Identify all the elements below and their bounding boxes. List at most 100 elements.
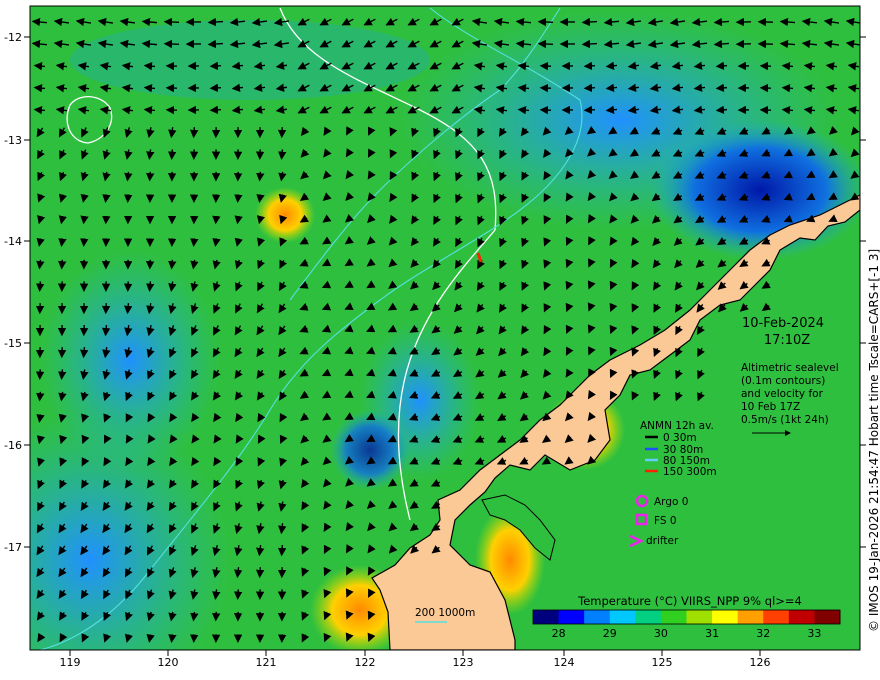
velocity-arrow bbox=[715, 61, 728, 71]
altimetry-line: (0.1m contours) bbox=[741, 375, 825, 387]
velocity-arrow bbox=[233, 589, 243, 601]
velocity-arrow bbox=[36, 391, 45, 402]
velocity-arrow bbox=[58, 259, 67, 270]
velocity-arrow bbox=[583, 61, 596, 71]
velocity-arrow bbox=[124, 303, 133, 315]
velocity-arrow bbox=[517, 84, 530, 93]
velocity-arrow bbox=[80, 347, 89, 359]
credit-text: © IMOS 19-Jan-2026 21:54:47 Hobart time … bbox=[867, 249, 880, 632]
colorbar-segment bbox=[660, 610, 687, 624]
velocity-arrow bbox=[517, 62, 530, 71]
colorbar-segment bbox=[686, 610, 713, 624]
velocity-arrow bbox=[33, 84, 46, 93]
velocity-arrow bbox=[234, 215, 243, 225]
velocity-arrow bbox=[102, 324, 111, 337]
x-tick: 122 bbox=[355, 650, 376, 669]
x-axis: 119 120 121 122 123 124 125 126 bbox=[60, 650, 771, 669]
velocity-arrow bbox=[781, 83, 794, 93]
velocity-arrow bbox=[207, 39, 224, 49]
velocity-arrow bbox=[35, 281, 45, 293]
x-tick: 124 bbox=[554, 650, 575, 669]
x-tick-label: 124 bbox=[554, 656, 575, 669]
velocity-arrow bbox=[167, 149, 177, 161]
velocity-arrow bbox=[211, 611, 221, 622]
x-tick: 126 bbox=[750, 650, 771, 669]
velocity-arrow bbox=[537, 39, 554, 49]
plot-area bbox=[30, 6, 860, 650]
velocity-arrow bbox=[212, 215, 221, 225]
cool-region-w bbox=[40, 250, 220, 470]
velocity-arrow bbox=[583, 105, 596, 115]
x-tick-label: 119 bbox=[60, 656, 81, 669]
anmn-label: 0 30m bbox=[663, 432, 697, 444]
velocity-arrow bbox=[715, 83, 728, 93]
colorbar-segment bbox=[584, 610, 611, 624]
x-tick-label: 120 bbox=[158, 656, 179, 669]
x-tick: 119 bbox=[60, 650, 81, 669]
x-tick-label: 126 bbox=[750, 656, 771, 669]
velocity-arrow bbox=[190, 611, 199, 622]
colorbar-tick-label: 29 bbox=[603, 627, 617, 640]
velocity-arrow bbox=[234, 194, 243, 203]
y-tick-label: -15 bbox=[4, 337, 22, 350]
colorbar-segment bbox=[763, 610, 790, 624]
colorbar-tick-label: 28 bbox=[552, 627, 566, 640]
velocity-arrow bbox=[581, 17, 598, 27]
velocity-arrow bbox=[33, 106, 46, 115]
colorbar-tick-label: 33 bbox=[807, 627, 821, 640]
velocity-arrow bbox=[124, 194, 133, 204]
x-tick-label: 122 bbox=[355, 656, 376, 669]
colorbar-segment bbox=[609, 610, 636, 624]
velocity-arrow bbox=[146, 281, 155, 292]
velocity-arrow bbox=[255, 567, 265, 579]
velocity-arrow bbox=[256, 171, 265, 182]
x-tick-label: 121 bbox=[256, 656, 277, 669]
colorbar-segment bbox=[712, 610, 739, 624]
velocity-arrow bbox=[781, 61, 794, 71]
velocity-arrow bbox=[33, 62, 46, 71]
map-time: 17:10Z bbox=[764, 333, 810, 348]
altimetry-line: and velocity for bbox=[741, 388, 824, 400]
colorbar-segment bbox=[737, 610, 764, 624]
velocity-arrow bbox=[781, 105, 794, 115]
velocity-arrow bbox=[190, 238, 199, 247]
velocity-arrow bbox=[277, 544, 287, 557]
colorbar-segment bbox=[533, 610, 560, 624]
velocity-arrow bbox=[583, 83, 596, 93]
y-tick-label: -16 bbox=[4, 439, 22, 452]
velocity-arrow bbox=[143, 61, 156, 71]
velocity-arrow bbox=[168, 634, 177, 643]
anmn-title: ANMN 12h av. bbox=[640, 420, 714, 432]
colorbar-segment bbox=[788, 610, 815, 624]
colorbar-tick-label: 30 bbox=[654, 627, 668, 640]
velocity-arrow bbox=[209, 105, 222, 115]
cold-region-ne bbox=[650, 120, 860, 260]
colorbar-title: Temperature (°C) VIIRS_NPP 9% ql>=4 bbox=[577, 594, 802, 608]
colorbar-gradient bbox=[533, 610, 841, 624]
y-tick-label: -17 bbox=[4, 541, 22, 554]
map-date: 10-Feb-2024 bbox=[742, 316, 824, 331]
velocity-arrow bbox=[715, 105, 728, 115]
colorbar-segment bbox=[558, 610, 585, 624]
sst-map: 119 120 121 122 123 124 125 126 -12 -13 … bbox=[4, 5, 880, 669]
argo-label: Argo 0 bbox=[654, 496, 688, 508]
cold-patch-center bbox=[330, 410, 410, 490]
x-tick: 123 bbox=[453, 650, 474, 669]
velocity-arrow bbox=[58, 238, 67, 247]
altimetry-line: 0.5m/s (1kt 24h) bbox=[741, 414, 829, 426]
x-tick: 125 bbox=[652, 650, 673, 669]
velocity-arrow bbox=[58, 369, 67, 380]
velocity-arrow bbox=[146, 171, 155, 182]
velocity-arrow bbox=[163, 17, 180, 27]
velocity-arrow bbox=[163, 39, 180, 49]
altimetry-line: 10 Feb 17Z bbox=[741, 401, 800, 413]
x-tick-label: 123 bbox=[453, 656, 474, 669]
velocity-arrow bbox=[278, 149, 287, 160]
velocity-arrow bbox=[189, 127, 199, 139]
colorbar-segment bbox=[635, 610, 662, 624]
velocity-arrow bbox=[537, 17, 554, 27]
colorbar-tick-label: 32 bbox=[756, 627, 770, 640]
velocity-arrow bbox=[581, 39, 598, 49]
fs-label: FS 0 bbox=[654, 515, 677, 527]
velocity-arrow bbox=[102, 194, 111, 203]
